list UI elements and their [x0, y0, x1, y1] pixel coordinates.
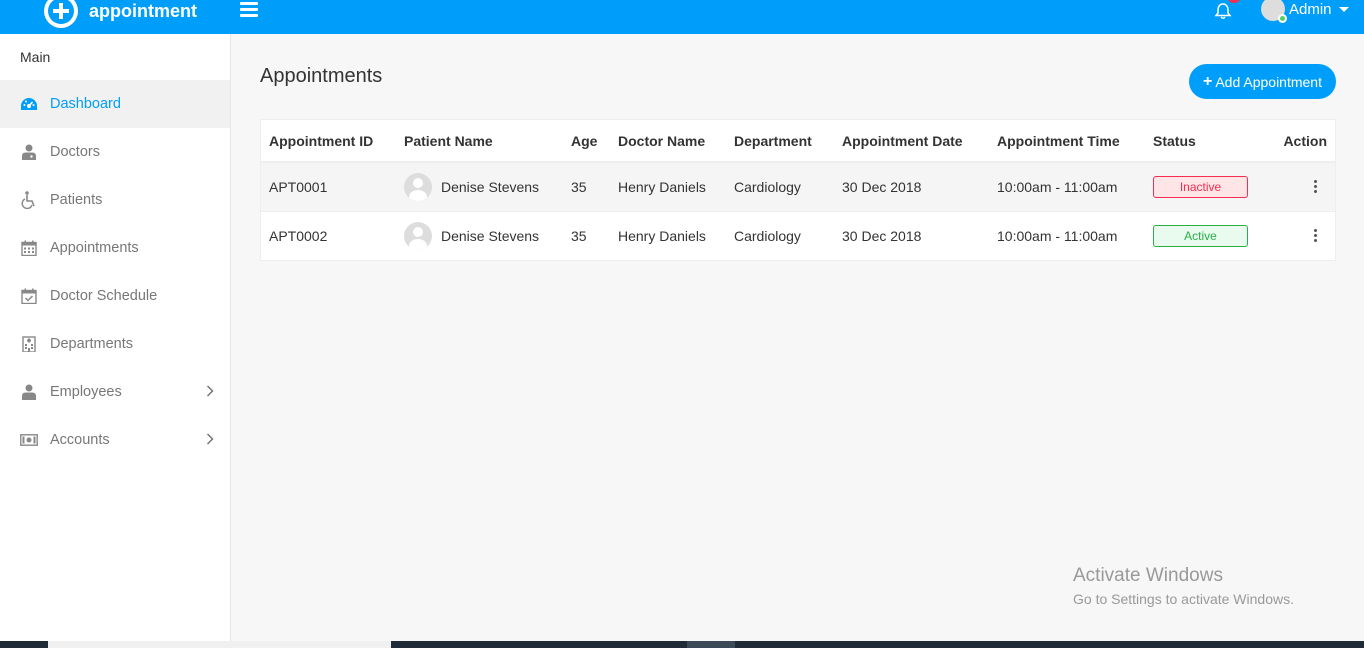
- user-avatar-icon: [1261, 0, 1287, 23]
- sidebar-item-label: Doctor Schedule: [50, 288, 158, 304]
- top-header: appointment Admin: [0, 0, 1364, 34]
- action-cell: [1260, 161, 1335, 211]
- kebab-menu-icon[interactable]: [1305, 177, 1325, 197]
- column-header[interactable]: Department: [726, 120, 834, 163]
- status-badge: Inactive: [1153, 175, 1248, 198]
- sidebar-item-patients[interactable]: Patients: [0, 176, 230, 224]
- calendar-icon: [20, 239, 38, 257]
- sidebar-item-appointments[interactable]: Appointments: [0, 224, 230, 272]
- column-header[interactable]: Appointment Time: [989, 120, 1145, 163]
- patient-age: 35: [563, 161, 610, 211]
- sidebar-item-label: Accounts: [50, 432, 110, 448]
- patient-name: Denise Stevens: [441, 178, 540, 195]
- kebab-menu-icon[interactable]: [1305, 226, 1325, 246]
- sidebar-section-title: Main: [20, 49, 51, 65]
- wheelchair-icon: [20, 191, 38, 209]
- patient-avatar[interactable]: [404, 172, 432, 201]
- user-icon: [20, 383, 38, 401]
- column-header[interactable]: Doctor Name: [610, 120, 726, 163]
- logo-cross-icon: [44, 0, 78, 28]
- appointments-table: Appointment ID Patient Name Age Doctor N…: [261, 120, 1335, 260]
- brand-logo-link[interactable]: appointment: [44, 0, 197, 28]
- status-cell: Active: [1145, 210, 1260, 260]
- sidebar-item-employees[interactable]: Employees: [0, 368, 230, 416]
- patient-name: Denise Stevens: [441, 227, 540, 244]
- user-menu[interactable]: Admin: [1261, 0, 1349, 23]
- page-title: Appointments: [260, 65, 383, 87]
- sidebar-item-doctor-schedule[interactable]: Doctor Schedule: [0, 272, 230, 320]
- status-badge: Active: [1153, 224, 1248, 247]
- sidebar-item-doctors[interactable]: Doctors: [0, 128, 230, 176]
- add-appointment-label: Add Appointment: [1215, 73, 1322, 90]
- plus-icon: +: [1203, 72, 1213, 90]
- hamburger-icon[interactable]: [240, 2, 258, 17]
- sidebar-item-label: Dashboard: [50, 96, 121, 112]
- online-status-dot: [1278, 14, 1287, 23]
- table-row[interactable]: APT0001 Denise Stevens 35 Henry Daniels …: [261, 161, 1335, 211]
- money-icon: [20, 431, 38, 449]
- os-taskbar: [0, 641, 1364, 648]
- caret-down-icon: [1338, 6, 1349, 12]
- doctor-name: Henry Daniels: [610, 161, 726, 211]
- doctor-icon: [20, 143, 38, 161]
- user-name: Admin: [1289, 0, 1332, 18]
- patient-cell: Denise Stevens: [396, 210, 563, 260]
- sidebar-item-label: Patients: [50, 192, 103, 208]
- sidebar: Main Dashboard Doctors Patients Appointm…: [0, 34, 231, 641]
- chevron-right-icon: [206, 433, 214, 445]
- chevron-right-icon: [206, 385, 214, 397]
- column-header[interactable]: Age: [563, 120, 610, 163]
- patient-age: 35: [563, 210, 610, 260]
- main-content: Appointments + Add Appointment Appointme…: [231, 34, 1364, 641]
- patient-cell: Denise Stevens: [396, 161, 563, 211]
- brand-name: appointment: [89, 0, 197, 21]
- watermark-title: Activate Windows: [1073, 565, 1223, 586]
- sidebar-item-dashboard[interactable]: Dashboard: [0, 80, 230, 128]
- watermark-subtitle: Go to Settings to activate Windows.: [1073, 591, 1294, 607]
- table-row[interactable]: APT0002 Denise Stevens 35 Henry Daniels …: [261, 210, 1335, 260]
- dashboard-icon: [20, 95, 38, 113]
- department: Cardiology: [726, 161, 834, 211]
- taskbar-search-box[interactable]: [48, 641, 391, 648]
- column-header[interactable]: Appointment ID: [261, 120, 396, 163]
- column-header[interactable]: Status: [1145, 120, 1260, 163]
- column-header[interactable]: Appointment Date: [834, 120, 989, 163]
- sidebar-item-label: Doctors: [50, 144, 100, 160]
- appointment-id: APT0002: [261, 210, 396, 260]
- add-appointment-button[interactable]: + Add Appointment: [1189, 64, 1336, 99]
- column-header[interactable]: Patient Name: [396, 120, 563, 163]
- sidebar-item-accounts[interactable]: Accounts: [0, 416, 230, 464]
- department: Cardiology: [726, 210, 834, 260]
- appointment-date: 30 Dec 2018: [834, 161, 989, 211]
- sidebar-item-label: Employees: [50, 384, 122, 400]
- table-header-row: Appointment ID Patient Name Age Doctor N…: [261, 120, 1335, 163]
- activate-windows-watermark: Activate Windows Go to Settings to activ…: [1073, 565, 1294, 607]
- patient-avatar[interactable]: [404, 221, 432, 250]
- column-header: Action: [1260, 120, 1335, 163]
- appointment-time: 10:00am - 11:00am: [989, 210, 1145, 260]
- sidebar-item-label: Appointments: [50, 240, 139, 256]
- hospital-icon: [20, 335, 38, 353]
- sidebar-item-label: Departments: [50, 336, 134, 352]
- sidebar-item-departments[interactable]: Departments: [0, 320, 230, 368]
- taskbar-app-button[interactable]: [687, 641, 735, 648]
- calendar-check-icon: [20, 287, 38, 305]
- bell-icon[interactable]: [1213, 2, 1233, 20]
- status-cell: Inactive: [1145, 161, 1260, 211]
- action-cell: [1260, 210, 1335, 260]
- appointment-id: APT0001: [261, 161, 396, 211]
- appointment-date: 30 Dec 2018: [834, 210, 989, 260]
- appointments-table-container: Appointment ID Patient Name Age Doctor N…: [260, 119, 1336, 261]
- appointment-time: 10:00am - 11:00am: [989, 161, 1145, 211]
- doctor-name: Henry Daniels: [610, 210, 726, 260]
